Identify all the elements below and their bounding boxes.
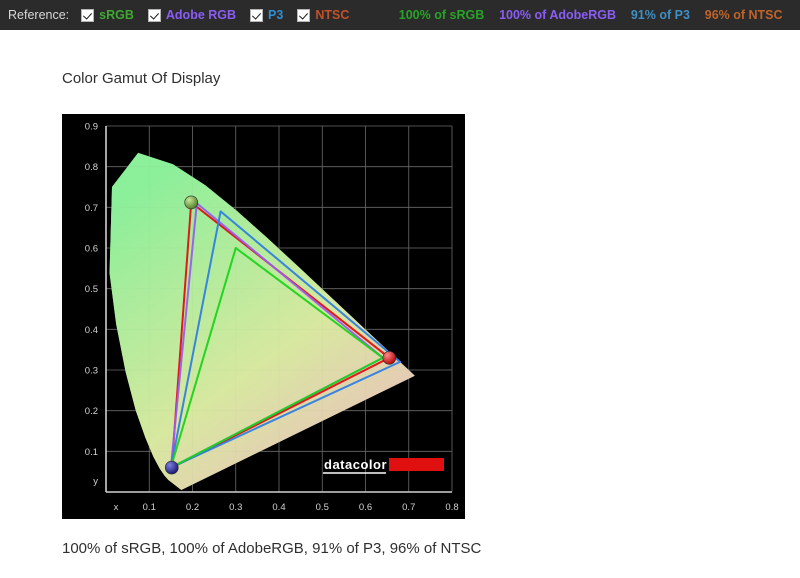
chart-caption: 100% of sRGB, 100% of AdobeRGB, 91% of P… xyxy=(62,540,482,557)
svg-text:0.2: 0.2 xyxy=(85,406,98,417)
reference-name-srgb: sRGB xyxy=(99,8,134,22)
svg-text:y: y xyxy=(93,476,98,487)
svg-text:0.5: 0.5 xyxy=(85,284,98,295)
coverage-p3: 91% of P3 xyxy=(630,8,690,22)
svg-text:0.7: 0.7 xyxy=(402,502,415,513)
reference-name-adobe-rgb: Adobe RGB xyxy=(165,8,237,22)
reference-item-p3[interactable]: P3 xyxy=(250,8,283,22)
svg-text:0.1: 0.1 xyxy=(143,502,156,513)
checkbox-adobe-rgb[interactable] xyxy=(147,8,161,22)
svg-text:0.8: 0.8 xyxy=(85,162,98,173)
coverage-srgb: 100% of sRGB xyxy=(398,8,485,22)
svg-text:0.3: 0.3 xyxy=(85,366,98,377)
svg-text:0.9: 0.9 xyxy=(85,122,98,133)
reference-label: Reference: xyxy=(8,8,70,22)
checkbox-srgb[interactable] xyxy=(81,8,95,22)
svg-text:datacolor: datacolor xyxy=(324,457,387,472)
svg-text:x: x xyxy=(114,502,119,513)
svg-text:0.8: 0.8 xyxy=(445,502,458,513)
cie-chromaticity-diagram: 0.1 0.2 0.3 0.4 0.5 0.6 0.7 0.8 0.1 0.2 0.3 0.4 0.5 0… xyxy=(85,122,459,514)
reference-item-srgb[interactable]: sRGB xyxy=(81,8,134,22)
svg-text:0.5: 0.5 xyxy=(316,502,329,513)
svg-text:0.6: 0.6 xyxy=(359,502,372,513)
coverage-summary-group: 100% of sRGB 100% of AdobeRGB 91% of P3 … xyxy=(391,8,800,22)
reference-name-ntsc: NTSC xyxy=(315,8,350,22)
coverage-adobergb: 100% of AdobeRGB xyxy=(499,8,616,22)
reference-toolbar: Reference: sRGB Adobe RGB P3 NTSC 100% o… xyxy=(0,0,800,30)
reference-item-ntsc[interactable]: NTSC xyxy=(297,8,349,22)
coverage-ntsc: 96% of NTSC xyxy=(704,8,783,22)
svg-text:0.4: 0.4 xyxy=(272,502,285,513)
checkbox-ntsc[interactable] xyxy=(297,8,311,22)
svg-text:0.7: 0.7 xyxy=(85,203,98,214)
checkbox-p3[interactable] xyxy=(250,8,264,22)
svg-text:0.2: 0.2 xyxy=(186,502,199,513)
svg-text:0.6: 0.6 xyxy=(85,244,98,255)
svg-text:0.3: 0.3 xyxy=(229,502,242,513)
chart-title: Color Gamut Of Display xyxy=(62,70,221,87)
reference-name-p3: P3 xyxy=(268,8,284,22)
svg-text:0.1: 0.1 xyxy=(85,447,98,458)
color-gamut-chart-panel: 0.1 0.2 0.3 0.4 0.5 0.6 0.7 0.8 0.1 0.2 0.3 0.4 0.5 0… xyxy=(62,114,465,519)
svg-text:0.4: 0.4 xyxy=(85,325,98,336)
reference-item-adobe-rgb[interactable]: Adobe RGB xyxy=(147,8,237,22)
